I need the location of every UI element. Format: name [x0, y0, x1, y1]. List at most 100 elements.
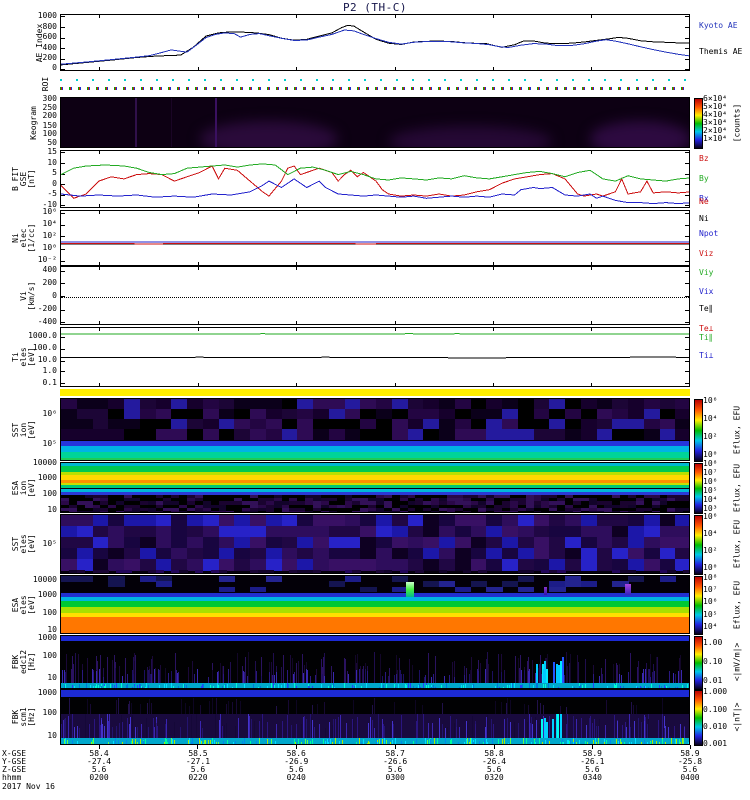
- colorbar-tick-label: 0.001: [703, 738, 728, 748]
- spectro-cell: [596, 429, 613, 440]
- spectro-streak: [683, 727, 685, 738]
- spectro-streak: [437, 738, 439, 744]
- spectro-streak: [570, 654, 572, 683]
- spectro-cell: [76, 526, 93, 538]
- colorbar-fbk_edc: [694, 636, 703, 690]
- y-tick-label: 1000: [37, 633, 57, 643]
- spectro-cell: [549, 586, 566, 593]
- spectro-streak: [125, 740, 127, 744]
- spectro-streak: [647, 741, 649, 744]
- spectro-streak: [234, 725, 236, 738]
- spectro-cell: [675, 399, 689, 410]
- colorbar-tick-label: 10⁶: [703, 512, 718, 521]
- colorbar-esa_ion: [694, 463, 703, 514]
- spectro-streak: [579, 740, 581, 744]
- spectro-cell: [596, 399, 613, 410]
- colorbar-fbk_scm: [694, 690, 703, 746]
- spectro-streak: [310, 714, 312, 738]
- spectro-streak: [497, 739, 499, 744]
- spectro-streak: [242, 741, 244, 744]
- panel-fbk_scm: [60, 689, 690, 745]
- spectro-cell: [171, 515, 188, 527]
- spectro-cell: [612, 537, 629, 549]
- spectro-streak: [479, 741, 481, 744]
- spectro-streak: [75, 653, 77, 683]
- spectro-cell: [612, 419, 629, 430]
- y-tick-label: 0: [52, 178, 57, 188]
- y-tick-label: 10⁻²: [37, 255, 57, 264]
- spectro-streak: [626, 727, 628, 738]
- spectro-cell: [439, 399, 456, 410]
- spectro-cell: [360, 515, 377, 527]
- spectro-cell: [250, 537, 267, 549]
- spectro-streak: [315, 675, 317, 683]
- spectro-cell: [659, 548, 676, 560]
- spectro-cell: [502, 548, 519, 560]
- spectro-streak: [605, 724, 606, 738]
- spectro-streak: [79, 727, 81, 738]
- spectro-cell: [171, 548, 188, 560]
- y-tick-label: 200: [42, 111, 57, 121]
- spectro-streak: [641, 723, 643, 738]
- y-tick-label: 800: [42, 21, 57, 31]
- spectro-streak: [557, 714, 560, 738]
- spectro-cell: [76, 429, 93, 440]
- series-Te∥: [61, 356, 689, 359]
- spectro-streak: [266, 722, 268, 738]
- spectro-cell: [376, 429, 393, 440]
- spectro-cell: [76, 559, 93, 571]
- spectro-cell: [92, 409, 109, 420]
- spectro-streak: [441, 703, 443, 714]
- spectro-streak: [444, 727, 446, 738]
- spectro-streak: [589, 715, 591, 738]
- spectro-streak: [111, 726, 113, 738]
- spectro-streak: [209, 701, 211, 714]
- spectro-cell: [470, 399, 487, 410]
- spectro-cell: [155, 581, 172, 587]
- spectro-streak: [652, 671, 654, 683]
- spectro-cell: [265, 559, 282, 571]
- y-tick-label: 100: [42, 707, 57, 717]
- y-tick-label: 10.0: [37, 355, 57, 364]
- spectro-streak: [430, 677, 432, 683]
- spectro-cell: [533, 548, 550, 560]
- spectro-cell: [76, 548, 93, 560]
- spectro-streak: [224, 725, 226, 738]
- spectro-streak: [212, 670, 214, 683]
- spectro-cell: [281, 526, 298, 538]
- spectro-cell: [328, 548, 345, 560]
- y-tick-label: 100.0: [32, 343, 57, 352]
- spectro-streak: [630, 741, 632, 744]
- spectro-cell: [344, 526, 361, 538]
- spectro-streak: [147, 703, 149, 714]
- spectro-streak: [228, 701, 230, 714]
- spectro-streak: [412, 664, 414, 683]
- spectro-streak: [650, 741, 652, 744]
- spectro-streak: [655, 741, 657, 744]
- colorbar-unit-fbk_scm: <|nT|>: [732, 702, 742, 732]
- spectro-cell: [502, 526, 519, 538]
- spectro-streak: [540, 702, 542, 714]
- legend-Te∥: Te∥: [699, 304, 713, 313]
- spectro-streak: [86, 699, 88, 714]
- spectro-streak: [645, 677, 647, 683]
- spectro-cell: [439, 581, 456, 587]
- spectro-streak: [103, 676, 105, 683]
- spectro-streak: [394, 675, 396, 683]
- y-tick-label: 1000: [37, 590, 57, 600]
- spectro-cell: [297, 429, 314, 440]
- y-tick-label: 100: [42, 607, 57, 617]
- spectro-spike: [543, 586, 548, 595]
- spectro-streak: [601, 674, 603, 683]
- spectro-cell: [265, 429, 282, 440]
- spectro-streak: [89, 724, 91, 738]
- spectro-cell: [675, 548, 689, 560]
- spectro-streak: [114, 738, 116, 744]
- colorbar-unit-fbk_edc: <|mV/m|>: [732, 642, 742, 682]
- spectro-cell: [76, 570, 86, 573]
- spectro-cell: [344, 429, 361, 440]
- colorbar-tick-label: 1.00: [703, 638, 723, 648]
- x-axis-tick-value: 0200: [89, 773, 109, 782]
- spectro-streak: [131, 714, 133, 738]
- spectro-streak: [121, 742, 123, 744]
